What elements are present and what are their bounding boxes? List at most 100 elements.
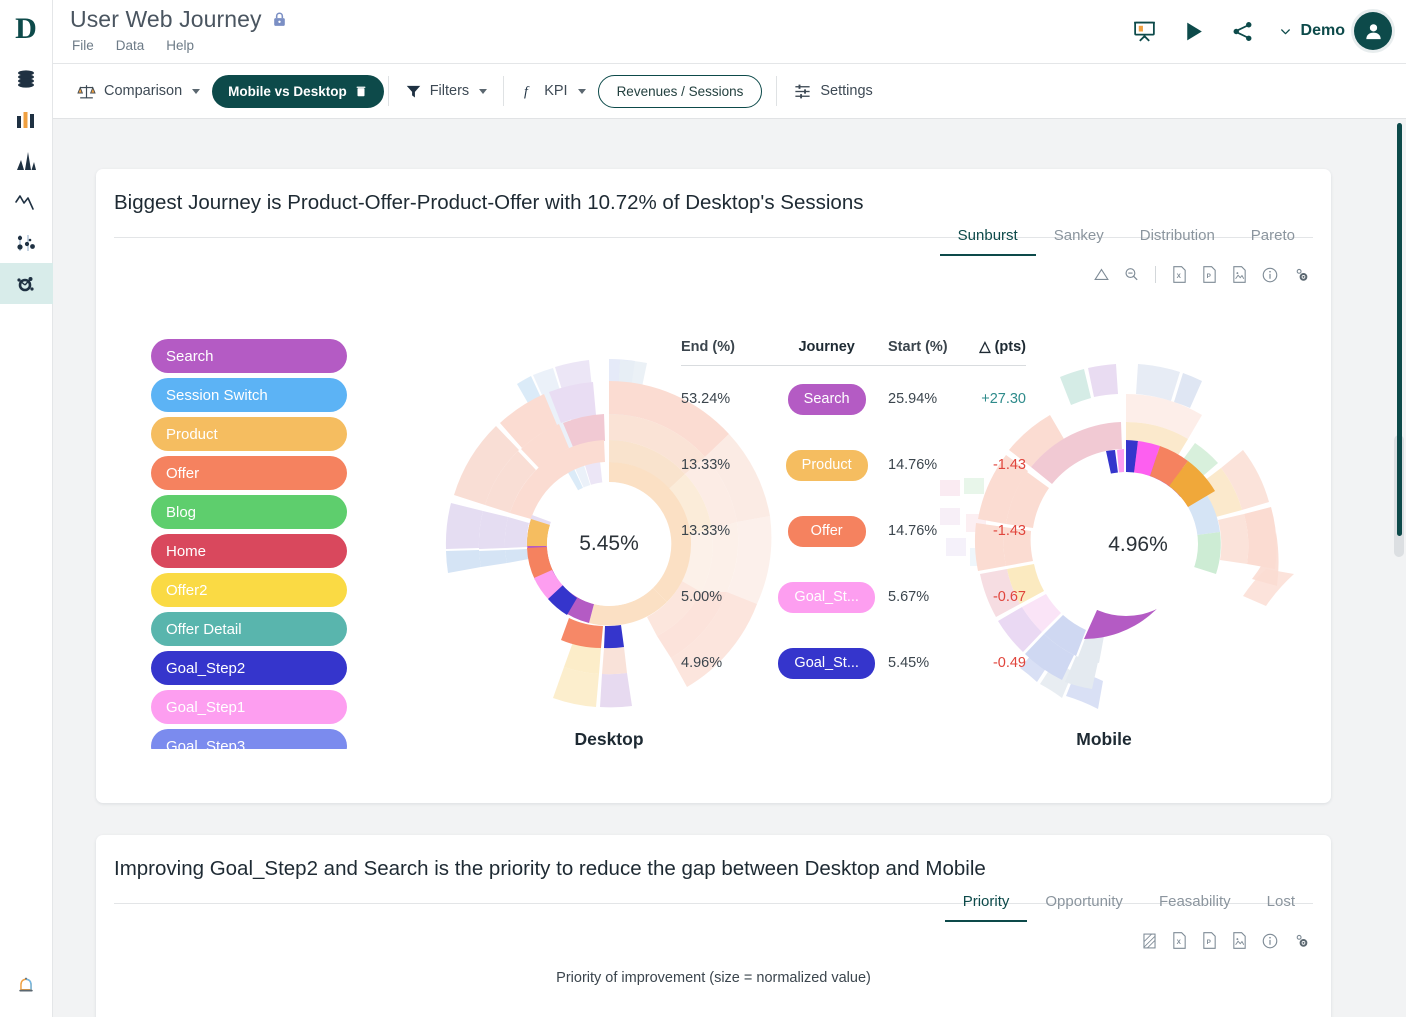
svg-text:P: P: [1207, 939, 1212, 946]
export-powerpoint-button[interactable]: P: [1201, 931, 1218, 950]
account-menu[interactable]: Demo: [1279, 12, 1392, 50]
comparison-selector[interactable]: Comparison: [65, 82, 212, 101]
legend-chip-goal-step1[interactable]: Goal_Step1: [151, 690, 347, 724]
tab-distribution[interactable]: Distribution: [1122, 221, 1233, 256]
legend-chip-offer[interactable]: Offer: [151, 456, 347, 490]
rail-item-journey[interactable]: [0, 263, 53, 304]
rail-item-line-chart[interactable]: [0, 181, 53, 222]
distribution-icon: [17, 151, 36, 170]
export-image-button[interactable]: [1231, 931, 1248, 950]
content-scrollbar-thumb[interactable]: [1397, 123, 1402, 536]
col-header-start: Start (%): [888, 339, 948, 355]
tab-feasability[interactable]: Feasability: [1141, 887, 1249, 922]
legend-chip-offer-detail[interactable]: Offer Detail: [151, 612, 347, 646]
rail-item-bar-chart[interactable]: [0, 99, 53, 140]
selected-comparison-chip[interactable]: Mobile vs Desktop: [212, 74, 384, 108]
cell-journey: Goal_St...: [765, 581, 888, 613]
table-row[interactable]: 13.33% Product 14.76% -1.43: [681, 432, 1026, 498]
export-excel-button[interactable]: X: [1171, 931, 1188, 950]
settings-button[interactable]: Settings: [781, 82, 884, 101]
share-icon: [1233, 21, 1252, 41]
bar-chart-icon: [17, 111, 34, 128]
chart-settings-button[interactable]: [1292, 931, 1311, 950]
rail-item-distribution[interactable]: [0, 140, 53, 181]
journey-legend[interactable]: Search Session Switch Product Offer Blog…: [151, 339, 347, 749]
toolbar-divider: [776, 76, 778, 106]
rail-item-notifications[interactable]: [0, 957, 53, 1017]
play-button[interactable]: [1181, 19, 1206, 44]
journey-chip[interactable]: Search: [787, 383, 866, 415]
kpi-value-chip[interactable]: Revenues / Sessions: [597, 74, 763, 108]
presentation-button[interactable]: [1132, 19, 1157, 44]
hatch-button[interactable]: [1141, 932, 1158, 950]
journey-chip[interactable]: Product: [785, 449, 868, 481]
share-button[interactable]: [1230, 19, 1255, 44]
scroll-canvas[interactable]: Biggest Journey is Product-Offer-Product…: [53, 119, 1406, 1017]
cell-start: 14.76%: [888, 457, 938, 473]
svg-text:f: f: [524, 85, 530, 100]
info-button[interactable]: [1261, 266, 1279, 284]
legend-chip-search[interactable]: Search: [151, 339, 347, 373]
title-row: User Web Journey: [70, 6, 288, 33]
legend-chip-offer2[interactable]: Offer2: [151, 573, 347, 607]
journey-chip[interactable]: Goal_St...: [778, 647, 875, 679]
journey-table-header: End (%) Journey Start (%) △ (pts): [681, 339, 1026, 365]
priority-tool-icons: X P: [1141, 931, 1311, 950]
app-logo[interactable]: D: [0, 0, 53, 58]
table-row[interactable]: 5.00% Goal_St... 5.67% -0.67: [681, 564, 1026, 630]
rail-item-scatter-plot[interactable]: [0, 222, 53, 263]
rail-item-database[interactable]: [0, 58, 53, 99]
journey-tool-icons: X P: [1093, 265, 1311, 284]
legend-chip-goal-step2[interactable]: Goal_Step2: [151, 651, 347, 685]
legend-chip-goal-step3[interactable]: Goal_Step3: [151, 729, 347, 749]
export-excel-button[interactable]: X: [1171, 265, 1188, 284]
zoom-out-button[interactable]: [1123, 266, 1140, 283]
chart-settings-button[interactable]: [1292, 265, 1311, 284]
priority-tabs: Priority Opportunity Feasability Lost: [944, 887, 1313, 922]
sunburst-mobile-label: Mobile: [1076, 729, 1132, 749]
legend-chip-session-switch[interactable]: Session Switch: [151, 378, 347, 412]
table-row[interactable]: 4.96% Goal_St... 5.45% -0.49: [681, 630, 1026, 696]
toolbar: Comparison Mobile vs Desktop Filters f K…: [53, 64, 1406, 119]
lock-icon[interactable]: [271, 10, 288, 29]
export-excel-icon: X: [1173, 266, 1186, 283]
scales-icon: [77, 84, 96, 98]
table-row[interactable]: 53.24% Search 25.94% +27.30: [681, 366, 1026, 432]
function-icon: f: [524, 85, 530, 100]
kpi-selector[interactable]: f KPI: [508, 81, 597, 101]
legend-chip-blog[interactable]: Blog: [151, 495, 347, 529]
chevron-down-icon: [577, 88, 586, 94]
journey-chip[interactable]: Goal_St...: [778, 581, 875, 613]
table-row[interactable]: 13.33% Offer 14.76% -1.43: [681, 498, 1026, 564]
tab-pareto[interactable]: Pareto: [1233, 221, 1313, 256]
cell-start: 5.45%: [888, 655, 930, 671]
menu-item-file[interactable]: File: [72, 38, 94, 53]
info-button[interactable]: [1261, 932, 1279, 950]
priority-card: Improving Goal_Step2 and Search is the p…: [96, 835, 1331, 1017]
avatar[interactable]: [1354, 12, 1392, 50]
tab-sunburst[interactable]: Sunburst: [939, 221, 1036, 256]
menu-item-data[interactable]: Data: [116, 38, 145, 53]
journey-chip[interactable]: Offer: [787, 515, 866, 547]
tab-opportunity[interactable]: Opportunity: [1027, 887, 1141, 922]
menu-item-help[interactable]: Help: [166, 38, 194, 53]
tab-priority[interactable]: Priority: [944, 887, 1028, 922]
export-powerpoint-button[interactable]: P: [1201, 265, 1218, 284]
cell-journey: Search: [765, 383, 888, 415]
cell-start: 25.94%: [888, 391, 938, 407]
legend-chip-product[interactable]: Product: [151, 417, 347, 451]
line-chart-icon: [15, 194, 34, 210]
export-image-button[interactable]: [1231, 265, 1248, 284]
trash-icon[interactable]: [354, 84, 368, 98]
filters-selector[interactable]: Filters: [393, 83, 499, 100]
triangle-button[interactable]: [1093, 266, 1110, 283]
svg-text:X: X: [1177, 273, 1182, 280]
presentation-icon: [1133, 21, 1155, 42]
cell-end: 4.96%: [681, 655, 723, 671]
hatch-icon: [1143, 933, 1156, 948]
tab-lost[interactable]: Lost: [1249, 887, 1313, 922]
legend-chip-home[interactable]: Home: [151, 534, 347, 568]
kpi-label: KPI: [544, 83, 568, 99]
journey-table: End (%) Journey Start (%) △ (pts) 53.24%…: [681, 339, 1026, 696]
tab-sankey[interactable]: Sankey: [1036, 221, 1122, 256]
